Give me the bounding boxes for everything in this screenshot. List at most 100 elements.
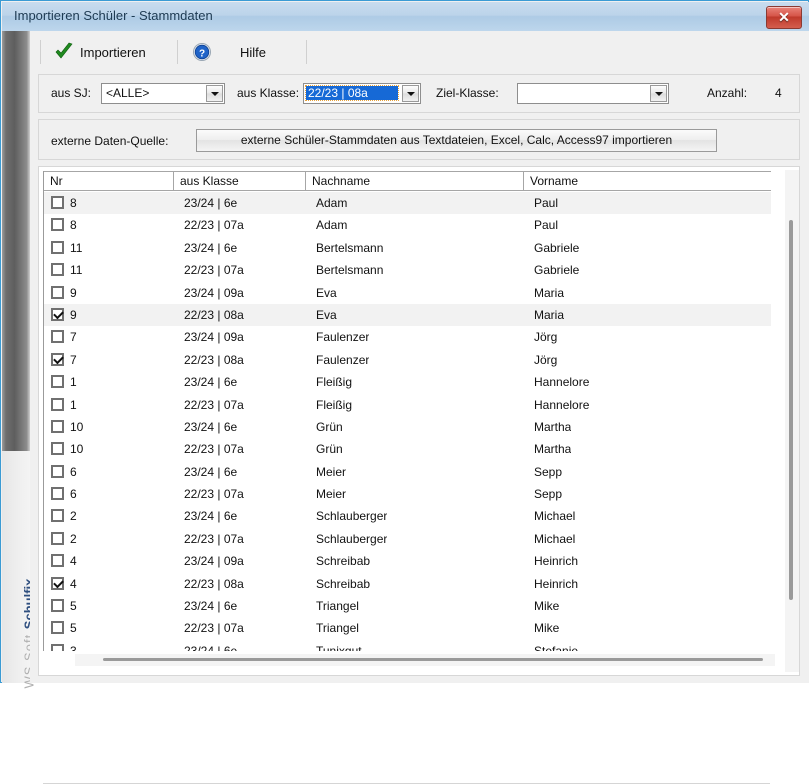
cell-nachname: Triangel bbox=[316, 599, 359, 614]
horizontal-scrollbar-thumb[interactable] bbox=[103, 658, 763, 661]
table-row[interactable]: 10 23/24 | 6e Grün Martha bbox=[44, 416, 771, 438]
cell-aus-klasse: 23/24 | 6e bbox=[184, 240, 238, 255]
close-button[interactable]: ✕ bbox=[766, 6, 802, 29]
cell-nr: 9 bbox=[70, 307, 77, 322]
table-row[interactable]: 3 23/24 | 6e Tunixgut Stefanie bbox=[44, 640, 771, 651]
cell-nr: 4 bbox=[70, 576, 77, 591]
row-checkbox[interactable] bbox=[51, 643, 64, 651]
column-header-aus-klasse[interactable]: aus Klasse bbox=[174, 172, 306, 191]
chevron-down-icon[interactable] bbox=[650, 85, 667, 102]
row-checkbox[interactable] bbox=[51, 621, 64, 635]
cell-nachname: Eva bbox=[316, 307, 337, 322]
table-row[interactable]: 1 23/24 | 6e Fleißig Hannelore bbox=[44, 371, 771, 393]
row-checkbox[interactable] bbox=[51, 419, 64, 433]
toolbar-separator-left bbox=[40, 40, 41, 64]
table-row[interactable]: 8 22/23 | 07a Adam Paul bbox=[44, 214, 771, 236]
table-row[interactable]: 6 23/24 | 6e Meier Sepp bbox=[44, 461, 771, 483]
cell-aus-klasse: 23/24 | 6e bbox=[184, 419, 238, 434]
cell-nachname: Bertelsmann bbox=[316, 240, 384, 255]
cell-aus-klasse: 22/23 | 07a bbox=[184, 397, 244, 412]
cell-vorname: Maria bbox=[534, 307, 565, 322]
table-row[interactable]: 4 22/23 | 08a Schreibab Heinrich bbox=[44, 573, 771, 595]
from-class-combo[interactable]: 22/23 | 08a bbox=[303, 83, 421, 104]
table-row[interactable]: 9 22/23 | 08a Eva Maria bbox=[44, 303, 771, 327]
row-checkbox[interactable] bbox=[51, 487, 64, 501]
cell-aus-klasse: 22/23 | 08a bbox=[184, 307, 244, 322]
cell-nr: 8 bbox=[70, 218, 77, 233]
grid-header: Nr aus Klasse Nachname Vorname bbox=[44, 171, 771, 191]
cell-aus-klasse: 22/23 | 07a bbox=[184, 621, 244, 636]
title-bar: Importieren Schüler - Stammdaten ✕ bbox=[2, 2, 809, 32]
row-checkbox[interactable] bbox=[51, 531, 64, 545]
import-external-source-button[interactable]: externe Schüler-Stammdaten aus Textdatei… bbox=[196, 129, 717, 152]
table-row[interactable]: 8 23/24 | 6e Adam Paul bbox=[44, 192, 771, 215]
import-button[interactable]: Importieren bbox=[48, 38, 152, 66]
school-year-value: <ALLE> bbox=[106, 86, 150, 100]
table-row[interactable]: 9 23/24 | 09a Eva Maria bbox=[44, 282, 771, 304]
help-button[interactable]: Hilfe bbox=[234, 38, 272, 66]
vertical-scrollbar-thumb[interactable] bbox=[789, 220, 793, 600]
table-row[interactable]: 11 22/23 | 07a Bertelsmann Gabriele bbox=[44, 259, 771, 281]
cell-aus-klasse: 23/24 | 6e bbox=[184, 643, 238, 651]
table-row[interactable]: 2 23/24 | 6e Schlauberger Michael bbox=[44, 505, 771, 527]
students-grid: Nr aus Klasse Nachname Vorname 8 23/24 | … bbox=[43, 171, 771, 651]
table-row[interactable]: 2 22/23 | 07a Schlauberger Michael bbox=[44, 528, 771, 550]
row-checkbox[interactable] bbox=[51, 352, 64, 366]
row-checkbox[interactable] bbox=[51, 375, 64, 389]
table-row[interactable]: 1 22/23 | 07a Fleißig Hannelore bbox=[44, 394, 771, 416]
vertical-scrollbar[interactable] bbox=[785, 170, 799, 672]
row-checkbox[interactable] bbox=[51, 240, 64, 254]
count-value: 4 bbox=[775, 86, 782, 100]
row-checkbox[interactable] bbox=[51, 464, 64, 478]
row-checkbox[interactable] bbox=[51, 218, 64, 232]
row-checkbox[interactable] bbox=[51, 599, 64, 613]
target-class-combo[interactable] bbox=[517, 83, 669, 104]
row-checkbox[interactable] bbox=[51, 307, 64, 321]
row-checkbox[interactable] bbox=[51, 285, 64, 299]
table-row[interactable]: 7 23/24 | 09a Faulenzer Jörg bbox=[44, 326, 771, 348]
table-row[interactable]: 5 22/23 | 07a Triangel Mike bbox=[44, 617, 771, 639]
row-checkbox[interactable] bbox=[51, 509, 64, 523]
cell-nachname: Faulenzer bbox=[316, 352, 370, 367]
toolbar-separator-1 bbox=[177, 40, 178, 64]
cell-nachname: Fleißig bbox=[316, 375, 353, 390]
row-checkbox[interactable] bbox=[51, 196, 64, 209]
table-row[interactable]: 7 22/23 | 08a Faulenzer Jörg bbox=[44, 349, 771, 371]
target-class-label: Ziel-Klasse: bbox=[436, 86, 499, 100]
chevron-down-icon[interactable] bbox=[402, 85, 419, 102]
table-row[interactable]: 4 23/24 | 09a Schreibab Heinrich bbox=[44, 550, 771, 572]
school-year-label: aus SJ: bbox=[51, 86, 92, 100]
cell-aus-klasse: 22/23 | 07a bbox=[184, 531, 244, 546]
cell-vorname: Hannelore bbox=[534, 375, 590, 390]
cell-aus-klasse: 22/23 | 08a bbox=[184, 576, 244, 591]
cell-vorname: Maria bbox=[534, 285, 565, 300]
row-checkbox[interactable] bbox=[51, 554, 64, 568]
row-checkbox[interactable] bbox=[51, 263, 64, 277]
column-header-vorname[interactable]: Vorname bbox=[524, 172, 771, 191]
question-mark-icon: ? bbox=[192, 42, 212, 62]
horizontal-scrollbar[interactable] bbox=[75, 654, 775, 666]
toolbar-separator-2 bbox=[306, 40, 307, 64]
table-row[interactable]: 11 23/24 | 6e Bertelsmann Gabriele bbox=[44, 237, 771, 259]
table-row[interactable]: 10 22/23 | 07a Grün Martha bbox=[44, 438, 771, 460]
close-icon: ✕ bbox=[778, 9, 790, 25]
help-icon-button[interactable]: ? bbox=[186, 38, 218, 66]
cell-nachname: Fleißig bbox=[316, 397, 353, 412]
column-header-nr[interactable]: Nr bbox=[44, 172, 174, 191]
students-grid-panel: Nr aus Klasse Nachname Vorname 8 23/24 | … bbox=[38, 166, 800, 784]
cell-nr: 7 bbox=[70, 330, 77, 345]
table-row[interactable]: 6 22/23 | 07a Meier Sepp bbox=[44, 483, 771, 505]
cell-nr: 9 bbox=[70, 285, 77, 300]
cell-aus-klasse: 22/23 | 07a bbox=[184, 263, 244, 278]
column-header-nachname[interactable]: Nachname bbox=[306, 172, 524, 191]
row-checkbox[interactable] bbox=[51, 576, 64, 590]
row-checkbox[interactable] bbox=[51, 330, 64, 344]
cell-nr: 11 bbox=[70, 240, 83, 255]
chevron-down-icon[interactable] bbox=[206, 85, 223, 102]
cell-nr: 6 bbox=[70, 487, 77, 502]
table-row[interactable]: 5 23/24 | 6e Triangel Mike bbox=[44, 595, 771, 617]
row-checkbox[interactable] bbox=[51, 397, 64, 411]
cell-aus-klasse: 22/23 | 07a bbox=[184, 442, 244, 457]
school-year-combo[interactable]: <ALLE> bbox=[101, 83, 225, 104]
row-checkbox[interactable] bbox=[51, 442, 64, 456]
